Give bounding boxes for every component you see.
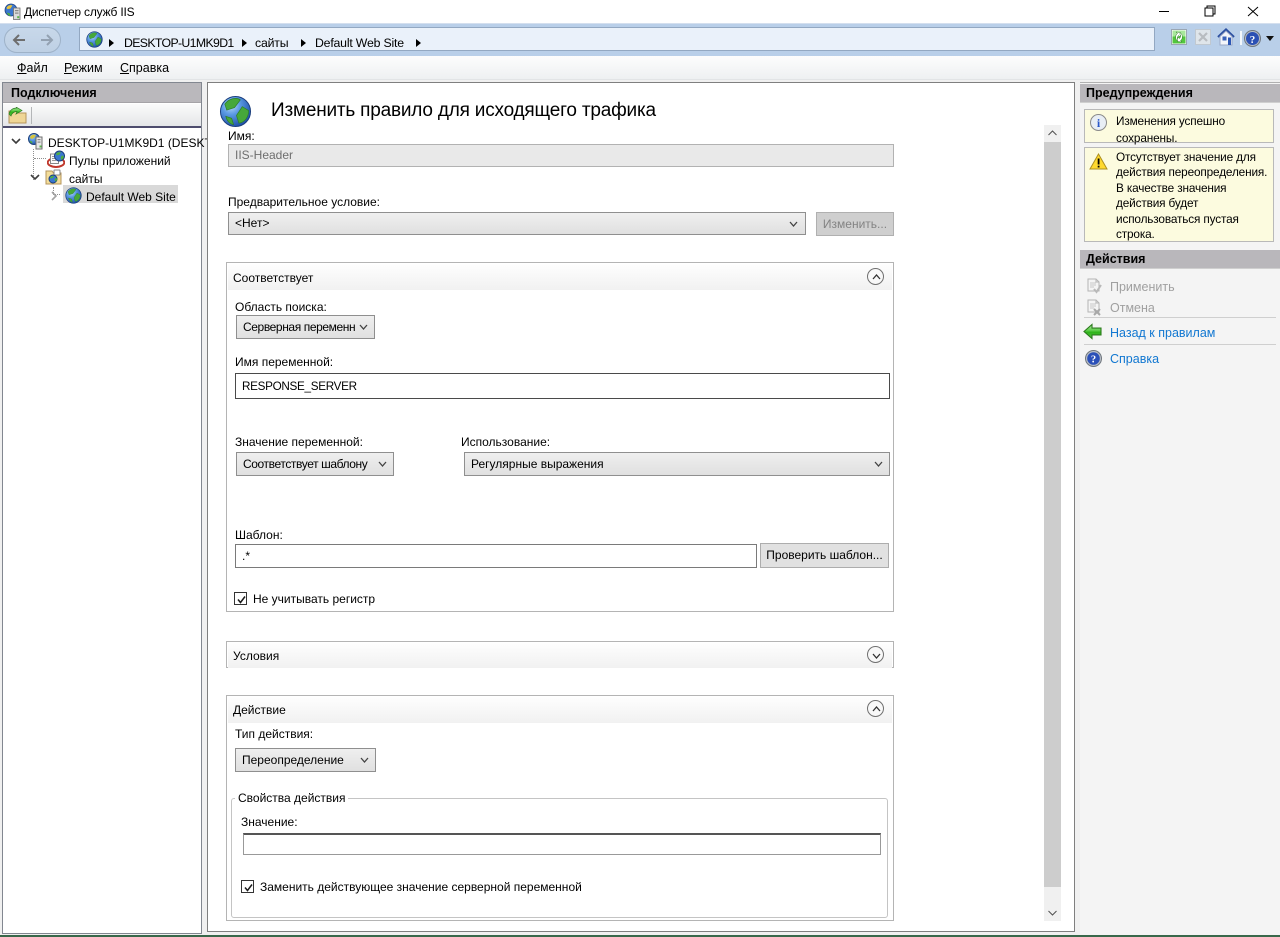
svg-text:?: ? bbox=[1091, 355, 1096, 366]
svg-text:?: ? bbox=[1250, 34, 1256, 46]
